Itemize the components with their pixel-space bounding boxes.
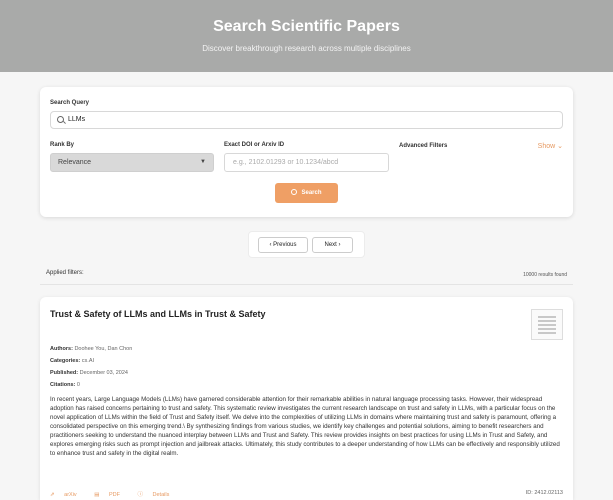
result-authors: Authors: Doohee You, Dan Chon [50, 346, 132, 352]
search-button[interactable]: Search [275, 183, 338, 203]
advanced-filters-label: Advanced Filters [399, 143, 448, 149]
arxiv-link-label: arXiv [64, 492, 77, 498]
chevron-left-icon: ‹ [269, 242, 272, 248]
published-value: December 03, 2024 [79, 370, 128, 376]
rank-by-select[interactable]: Relevance ▼ [50, 153, 214, 172]
pdf-link[interactable]: ▤ PDF [94, 492, 128, 498]
show-filters-toggle[interactable]: Show ⌄ [538, 142, 563, 150]
rank-by-label: Rank By [50, 142, 75, 148]
doi-placeholder: e.g., 2102.01293 or 10.1234/abcd [233, 159, 339, 166]
paper-thumbnail[interactable] [531, 309, 563, 340]
results-count: 10000 results found [523, 272, 567, 278]
search-button-label: Search [301, 190, 322, 196]
authors-label: Authors: [50, 346, 73, 352]
rank-by-value: Relevance [58, 159, 92, 166]
chevron-right-icon: › [338, 242, 341, 248]
page-title: Search Scientific Papers [213, 18, 400, 35]
citations-label: Citations: [50, 382, 76, 388]
result-categories: Categories: cs.AI [50, 358, 94, 364]
citations-value: 0 [76, 382, 80, 388]
external-link-icon: ⇗ [50, 492, 55, 498]
chevron-down-icon: ▼ [200, 159, 206, 165]
chevron-down-icon: ⌄ [557, 143, 563, 150]
search-input-value: LLMs [68, 116, 86, 123]
info-icon: ⓘ [137, 492, 143, 498]
doi-label: Exact DOI or Arxiv ID [224, 142, 285, 148]
result-title[interactable]: Trust & Safety of LLMs and LLMs in Trust… [50, 309, 266, 319]
search-panel: Search Query LLMs Rank By Relevance ▼ Ex… [40, 87, 573, 217]
next-page-button[interactable]: Next › [312, 237, 353, 253]
result-links: ⇗ arXiv ▤ PDF ⓘ Details [50, 490, 185, 498]
details-link[interactable]: ⓘ Details [137, 492, 177, 498]
next-page-label: Next [324, 242, 337, 248]
search-icon [57, 116, 64, 123]
search-input[interactable]: LLMs [50, 111, 563, 129]
authors-value: Doohee You, Dan Chon [74, 346, 133, 352]
arxiv-id: ID: 2412.02113 [525, 490, 563, 496]
result-citations: Citations: 0 [50, 382, 80, 388]
result-card: Trust & Safety of LLMs and LLMs in Trust… [40, 297, 573, 500]
arxiv-link[interactable]: ⇗ arXiv [50, 492, 85, 498]
previous-page-label: Previous [273, 242, 297, 248]
details-link-label: Details [152, 492, 170, 498]
result-abstract: In recent years, Large Language Models (… [50, 396, 560, 457]
show-filters-label: Show [537, 143, 556, 150]
previous-page-button[interactable]: ‹ Previous [258, 237, 308, 253]
file-icon: ▤ [94, 492, 100, 498]
published-label: Published: [50, 370, 79, 376]
doi-input[interactable]: e.g., 2102.01293 or 10.1234/abcd [224, 153, 389, 172]
pagination: ‹ Previous Next › [248, 231, 365, 258]
result-published: Published: December 03, 2024 [50, 370, 128, 376]
search-icon [291, 189, 298, 195]
categories-value: cs.AI [81, 358, 95, 364]
pdf-link-label: PDF [108, 492, 120, 498]
applied-filters-label: Applied filters: [46, 270, 84, 276]
hero-banner: Search Scientific Papers Discover breakt… [0, 0, 613, 72]
categories-label: Categories: [50, 358, 81, 364]
divider [40, 284, 573, 285]
page-subtitle: Discover breakthrough research across mu… [202, 44, 411, 53]
search-query-label: Search Query [50, 100, 90, 106]
